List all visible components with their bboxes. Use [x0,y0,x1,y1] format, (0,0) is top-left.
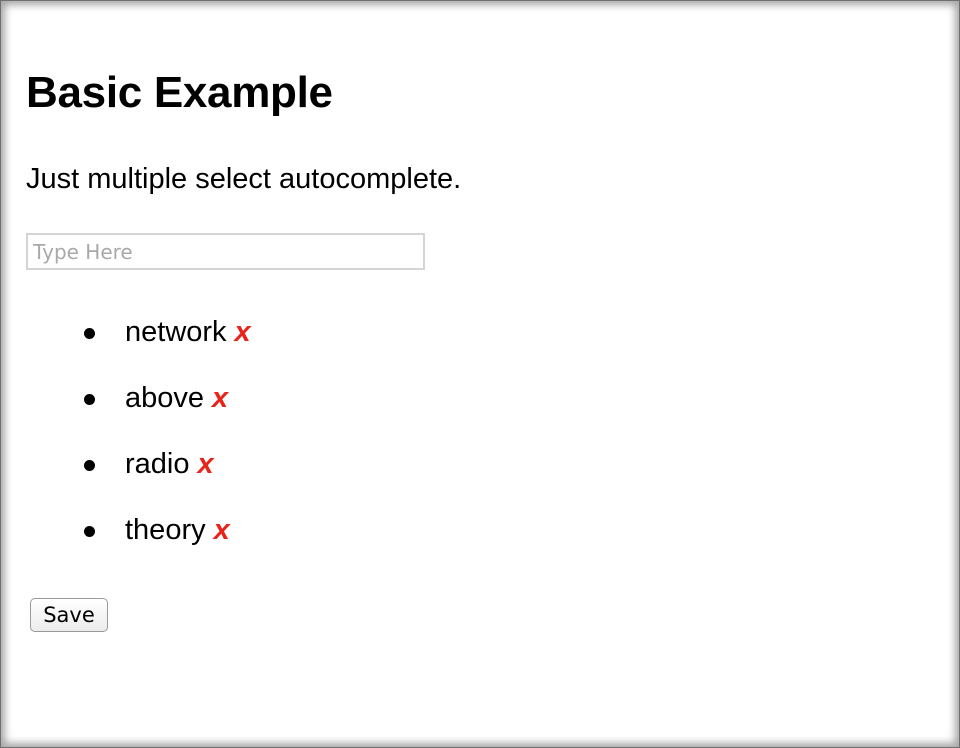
remove-tag-button[interactable]: x [235,314,251,350]
page-title: Basic Example [26,68,333,117]
tag-item: network x [26,299,251,365]
tag-item: above x [26,365,251,431]
bullet-icon [84,394,95,405]
save-button[interactable]: Save [30,598,108,632]
tag-item: theory x [26,497,251,563]
remove-tag-button[interactable]: x [214,512,230,548]
page-description: Just multiple select autocomplete. [26,163,462,195]
window-frame: Basic Example Just multiple select autoc… [0,0,960,748]
bullet-icon [84,526,95,537]
remove-tag-button[interactable]: x [212,380,228,416]
bullet-icon [84,460,95,471]
tag-item: radio x [26,431,251,497]
tag-label: network [125,316,227,348]
tag-label: above [125,382,205,414]
remove-tag-button[interactable]: x [198,446,214,482]
selected-tag-list: network x above x radio x theory x [26,299,251,563]
tag-label: radio [125,448,190,480]
tag-label: theory [125,514,206,546]
bullet-icon [84,328,95,339]
tag-search-input[interactable] [26,233,425,270]
